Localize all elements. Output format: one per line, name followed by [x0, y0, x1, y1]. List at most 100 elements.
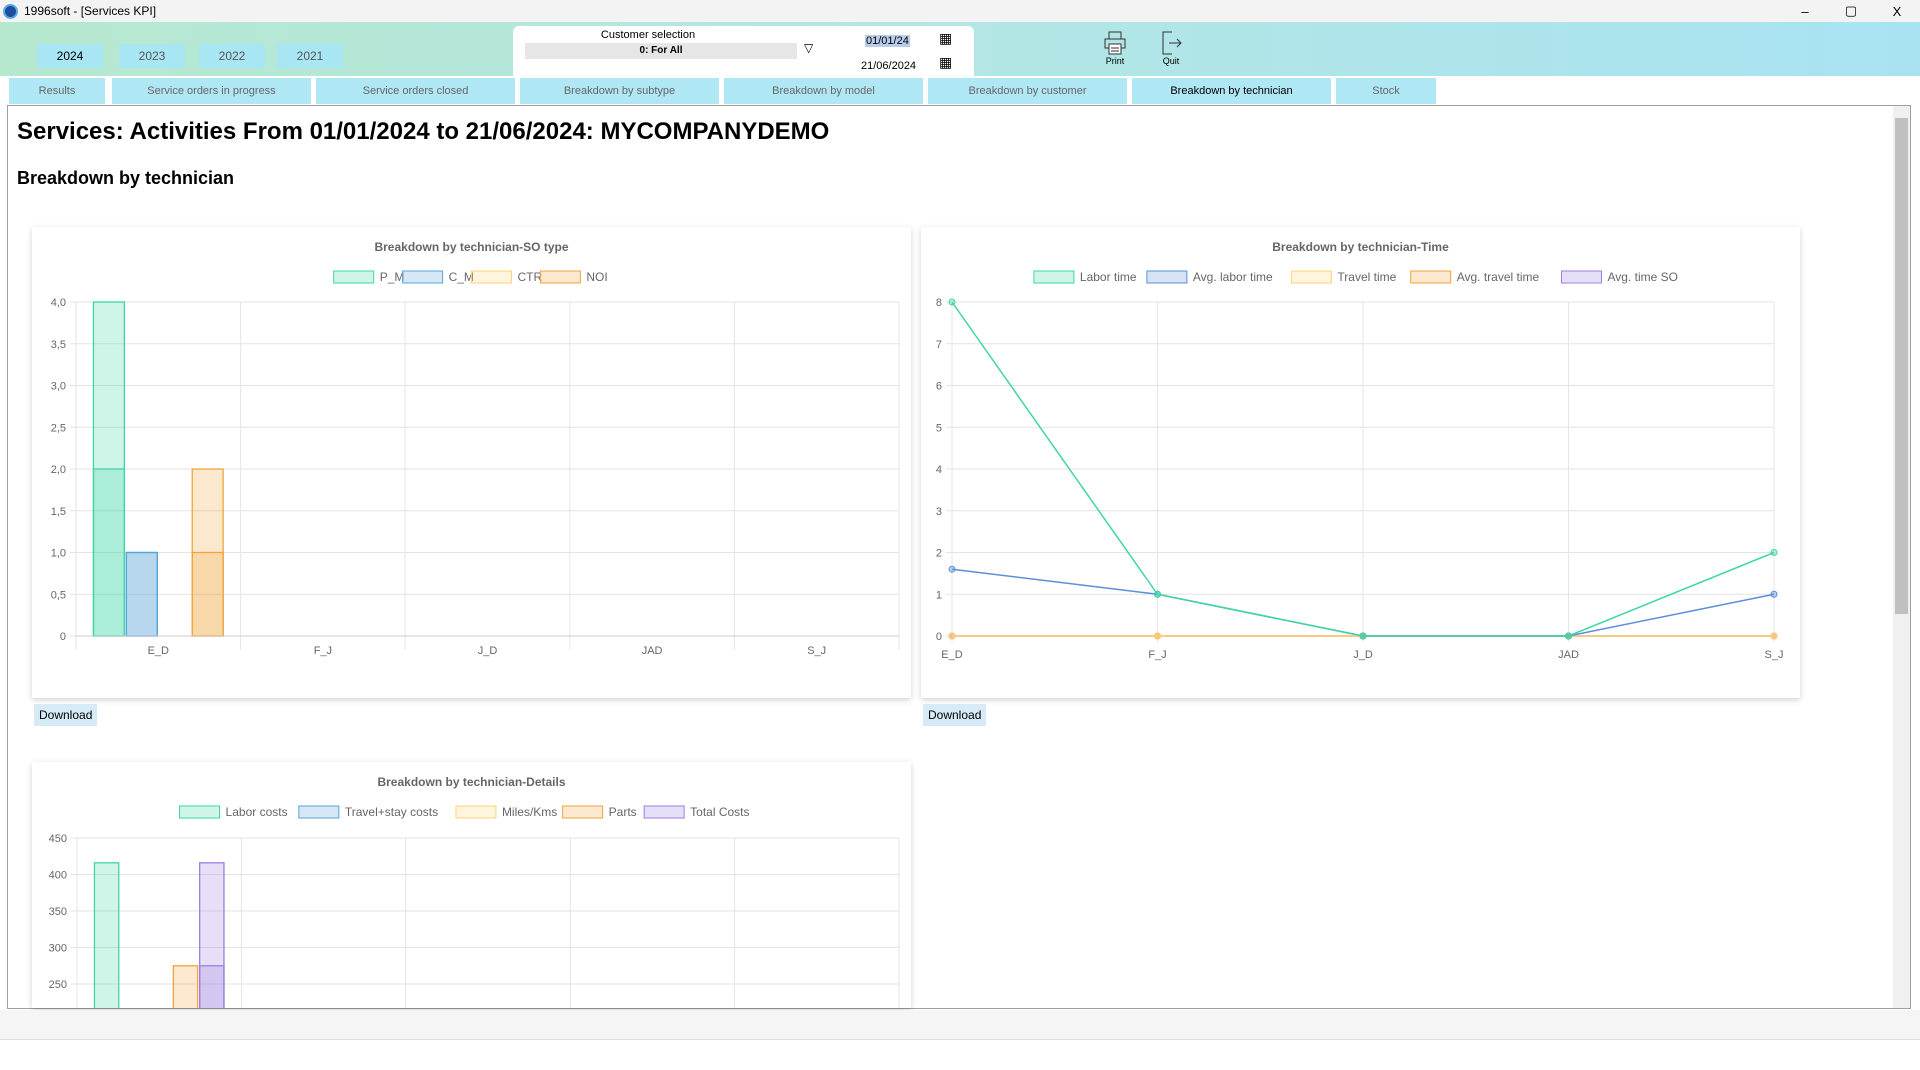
tab-service-orders-closed[interactable]: Service orders closed: [316, 78, 515, 104]
legend-swatch: [179, 805, 221, 819]
legend-swatch: [402, 270, 444, 284]
window-title: 1996soft - [Services KPI]: [24, 4, 157, 18]
y-tick-label: 1,5: [51, 506, 66, 518]
chart-title: Breakdown by technician-Time: [1272, 240, 1449, 254]
legend-swatch: [1290, 270, 1332, 284]
legend-swatch: [471, 270, 512, 284]
quit-label: Quit: [1162, 56, 1180, 66]
time-chart: Breakdown by technician-Time Labor time Av…: [921, 227, 1800, 698]
data-point: [1154, 632, 1161, 640]
bar: [191, 468, 224, 637]
vertical-scrollbar[interactable]: [1893, 106, 1910, 1008]
year-2024-button[interactable]: 2024: [37, 44, 103, 68]
app-logo-icon: [3, 3, 18, 19]
close-button[interactable]: X: [1874, 0, 1920, 22]
y-tick-label: 3,5: [51, 339, 66, 351]
print-label: Print: [1105, 56, 1125, 66]
legend-swatch: [298, 805, 340, 819]
y-tick-label: 400: [49, 870, 67, 882]
legend-swatch: [539, 270, 581, 284]
legend-label: Travel time: [1337, 270, 1396, 284]
section-title: Breakdown by technician: [17, 168, 235, 188]
data-point: [1770, 590, 1778, 598]
top-toolbar: 2024 2023 2022 2021 Customer selection 0…: [0, 22, 1920, 76]
scrollbar-thumb[interactable]: [1895, 118, 1908, 614]
chart-title: Breakdown by technician-SO type: [374, 240, 568, 254]
chart-svg: Breakdown by technician-Details Labor cos…: [49, 775, 900, 1008]
title-bar: 1996soft - [Services KPI] – ▢ X: [0, 0, 1920, 22]
date-from-input[interactable]: 01/01/24: [865, 35, 910, 47]
legend-label: Labor costs: [226, 805, 288, 819]
minimize-button[interactable]: –: [1782, 0, 1828, 22]
y-tick-label: 2,5: [51, 422, 66, 434]
tab-breakdown-by-customer[interactable]: Breakdown by customer: [928, 78, 1127, 104]
x-tick-label: J_D: [478, 645, 498, 657]
customer-selection-label: Customer selection: [600, 29, 696, 41]
so-type-chart: Breakdown by technician-SO type P_M C_M CTR…: [32, 227, 911, 698]
customer-selection-panel: Customer selection 0: For All ▽ 01/01/24…: [513, 26, 974, 76]
year-2021-button[interactable]: 2021: [277, 44, 343, 68]
y-tick-label: 1,0: [51, 548, 66, 560]
legend-label: NOI: [586, 270, 607, 284]
tab-breakdown-by-subtype[interactable]: Breakdown by subtype: [520, 78, 719, 104]
calendar-icon[interactable]: ▦: [939, 30, 952, 47]
printer-icon: [1104, 31, 1126, 55]
year-2023-button[interactable]: 2023: [119, 44, 185, 68]
legend-label: C_M: [449, 270, 474, 284]
calendar-icon[interactable]: ▦: [939, 54, 952, 71]
date-to-input[interactable]: 21/06/2024: [861, 60, 916, 72]
chart-svg: Breakdown by technician-SO type P_M C_M CTR…: [51, 240, 900, 657]
quit-button[interactable]: Quit: [1151, 30, 1191, 66]
x-tick-label: E_D: [148, 645, 169, 657]
data-point: [1154, 590, 1161, 598]
tab-service-orders-in-progress[interactable]: Service orders in progress: [112, 78, 311, 104]
y-tick-label: 1: [936, 589, 942, 601]
legend-swatch: [1033, 270, 1075, 284]
bar: [199, 965, 225, 1008]
y-tick-label: 300: [49, 943, 67, 955]
tab-breakdown-by-technician[interactable]: Breakdown by technician: [1132, 78, 1331, 104]
legend-label: Miles/Kms: [502, 805, 557, 819]
legend-swatch: [1561, 270, 1602, 284]
bar: [93, 862, 120, 1008]
legend-label: P_M: [380, 270, 405, 284]
data-point: [1770, 632, 1778, 640]
y-tick-label: 5: [936, 422, 942, 434]
x-tick-label: JAD: [642, 645, 663, 657]
legend-label: Travel+stay costs: [345, 805, 438, 819]
data-point: [1359, 632, 1367, 640]
legend-label: Labor time: [1080, 270, 1137, 284]
legend-label: CTR: [518, 270, 543, 284]
data-point: [1565, 632, 1572, 640]
chart-svg: Breakdown by technician-Time Labor time Av…: [936, 240, 1784, 661]
tab-results[interactable]: Results: [9, 78, 105, 104]
x-tick-label: S_J: [807, 645, 826, 657]
legend-swatch: [455, 805, 497, 819]
download-button[interactable]: Download: [923, 704, 987, 726]
report-panel: Services: Activities From 01/01/2024 to …: [7, 105, 1911, 1009]
tab-breakdown-by-model[interactable]: Breakdown by model: [724, 78, 923, 104]
print-button[interactable]: Print: [1095, 30, 1135, 66]
maximize-button[interactable]: ▢: [1828, 0, 1874, 22]
data-point: [1770, 549, 1778, 556]
page-title: Services: Activities From 01/01/2024 to …: [17, 118, 830, 145]
chevron-down-icon[interactable]: ▽: [804, 41, 813, 55]
legend-label: Avg. time SO: [1608, 270, 1678, 284]
customer-select[interactable]: 0: For All: [525, 43, 797, 59]
x-tick-label: E_D: [941, 649, 962, 661]
y-tick-label: 6: [936, 381, 942, 393]
bar: [92, 468, 126, 637]
year-2022-button[interactable]: 2022: [199, 44, 265, 68]
y-tick-label: 7: [936, 339, 942, 351]
tab-stock[interactable]: Stock: [1336, 78, 1436, 104]
x-tick-label: JAD: [1558, 649, 1579, 661]
download-button[interactable]: Download: [34, 704, 98, 726]
y-tick-label: 450: [49, 833, 67, 845]
y-tick-label: 0: [936, 631, 942, 643]
legend-swatch: [333, 270, 375, 284]
y-tick-label: 3,0: [51, 381, 66, 393]
y-tick-label: 4,0: [51, 297, 66, 309]
data-point: [948, 565, 956, 573]
y-tick-label: 2,0: [51, 464, 66, 476]
legend-swatch: [562, 805, 604, 819]
